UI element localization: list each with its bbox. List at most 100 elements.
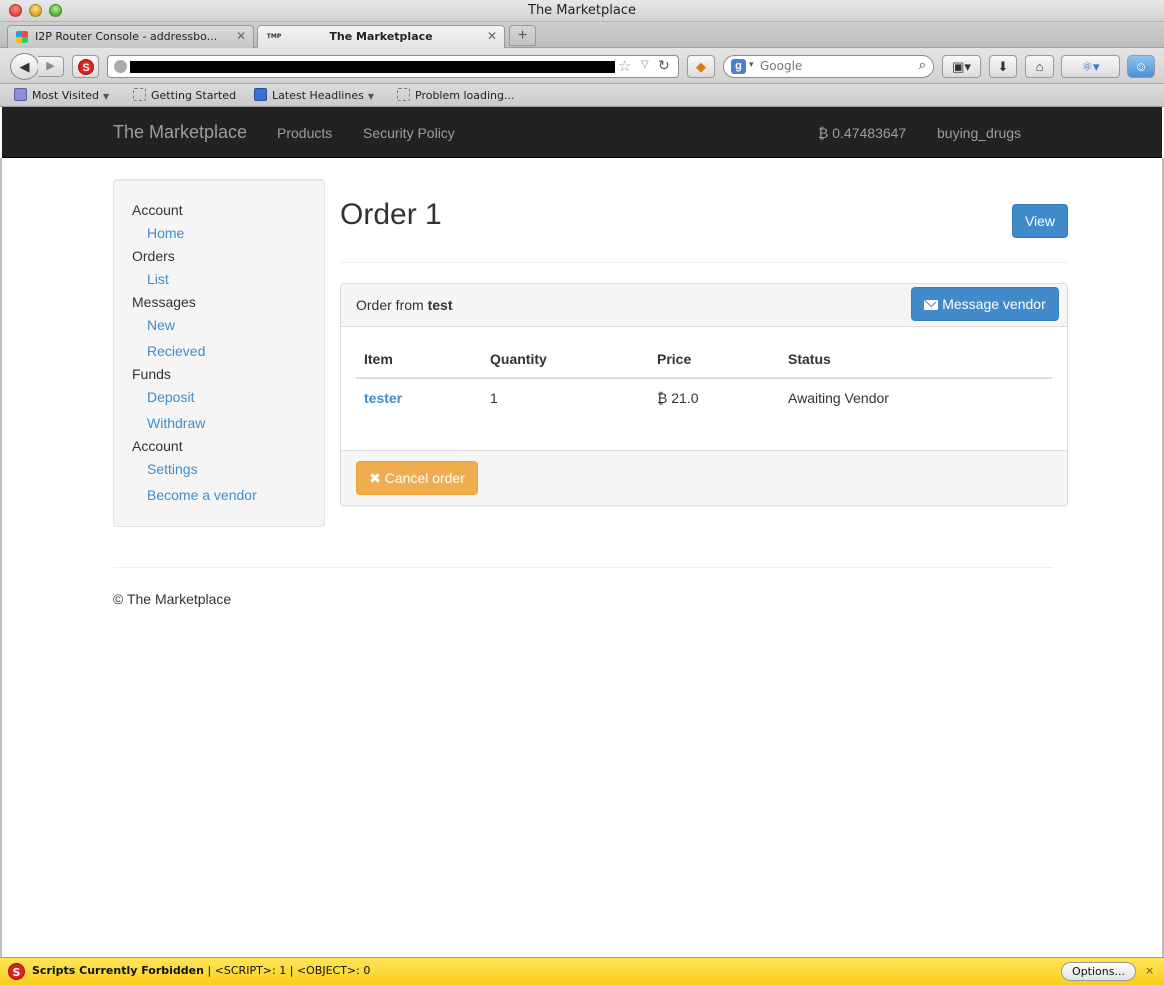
column-header-status: Status: [780, 340, 1052, 379]
window-titlebar: The Marketplace: [0, 0, 1164, 22]
bookmark-icon: [133, 88, 146, 101]
page-frame-left: [0, 158, 2, 958]
bookmark-problem-loading[interactable]: Problem loading...: [397, 88, 514, 103]
vendor-name: test: [427, 297, 453, 313]
bookmark-star-icon[interactable]: ☆: [618, 57, 631, 75]
tab-bar: I2P Router Console - addressbo... ✕ TMP …: [0, 22, 1164, 48]
home-icon: ⌂: [1035, 59, 1044, 74]
item-link[interactable]: tester: [364, 390, 402, 406]
network-button[interactable]: ⚛▾: [1061, 55, 1120, 78]
google-icon[interactable]: g: [731, 59, 746, 74]
redacted-url: [130, 61, 615, 73]
i2p-icon: [16, 31, 28, 43]
search-bar[interactable]: g ▾ Google ⌕: [723, 55, 934, 78]
footer-divider: [113, 567, 1053, 568]
noscript-details: | <SCRIPT>: 1 | <OBJECT>: 0: [207, 964, 371, 977]
sidebar-heading-account-2: Account: [132, 438, 183, 454]
cell-item: tester: [356, 378, 482, 416]
ghostery-button[interactable]: ☺: [1127, 55, 1155, 78]
sidebar-item-recieved[interactable]: Recieved: [147, 343, 205, 359]
url-history-dropdown-icon[interactable]: ▽: [641, 59, 649, 70]
cell-quantity: 1: [490, 389, 498, 406]
tab-i2p-router-console[interactable]: I2P Router Console - addressbo... ✕: [7, 25, 254, 48]
page-title: Order 1: [340, 198, 442, 231]
order-from-prefix: Order from: [356, 297, 424, 313]
table-header-row: Item Quantity Price Status: [356, 340, 1052, 379]
bookmarks-icon: ▣▾: [952, 59, 971, 74]
noscript-icon[interactable]: S: [8, 963, 25, 980]
tmp-icon: TMP: [266, 33, 282, 40]
message-vendor-button[interactable]: Message vendor: [911, 287, 1059, 321]
cancel-order-button[interactable]: ✖ Cancel order: [356, 461, 478, 495]
order-table: Item Quantity Price Status tester 1 ₿ 21…: [356, 340, 1052, 416]
new-tab-button[interactable]: +: [509, 25, 536, 46]
sidebar-item-deposit[interactable]: Deposit: [147, 389, 194, 405]
network-icon: ⚛▾: [1081, 59, 1100, 74]
chevron-down-icon: ▼: [367, 92, 374, 101]
noscript-options-button[interactable]: Options...: [1061, 962, 1136, 981]
downloads-button[interactable]: ⬇: [989, 55, 1017, 78]
order-panel-footer: ✖ Cancel order: [341, 450, 1067, 505]
zoom-window-icon[interactable]: [49, 4, 62, 17]
noscript-status-label: Scripts Currently Forbidden: [32, 964, 204, 977]
bookmark-most-visited[interactable]: Most Visited ▼: [14, 88, 109, 104]
noscript-status: Scripts Currently Forbidden | <SCRIPT>: …: [32, 964, 370, 977]
window-title: The Marketplace: [528, 3, 636, 18]
sidebar-heading-orders: Orders: [132, 248, 175, 264]
nav-security-policy[interactable]: Security Policy: [363, 125, 455, 141]
noscript-toolbar-button[interactable]: S: [72, 55, 99, 78]
search-icon[interactable]: ⌕: [919, 57, 926, 73]
extension-button[interactable]: ◆: [687, 55, 715, 78]
nav-products[interactable]: Products: [277, 125, 332, 141]
sidebar-item-list[interactable]: List: [147, 271, 169, 287]
forward-arrow-icon: ▶: [46, 60, 55, 72]
plus-icon: +: [517, 27, 528, 44]
noscript-icon: S: [78, 59, 94, 75]
user-menu[interactable]: buying_drugs: [937, 125, 1021, 141]
tab-close-icon[interactable]: ✕: [487, 26, 497, 47]
bookmarks-menu-button[interactable]: ▣▾: [942, 55, 981, 78]
view-button[interactable]: View: [1012, 204, 1068, 238]
tab-the-marketplace[interactable]: TMP The Marketplace ✕: [257, 25, 505, 48]
cell-price: ₿ 21.0: [657, 389, 699, 406]
title-divider: [340, 262, 1068, 263]
sidebar-item-new[interactable]: New: [147, 317, 175, 333]
tab-label: I2P Router Console - addressbo...: [35, 30, 218, 43]
cell-status: Awaiting Vendor: [788, 389, 889, 406]
column-header-quantity: Quantity: [482, 340, 649, 379]
site-navbar: The Marketplace Products Security Policy…: [2, 107, 1162, 158]
home-button[interactable]: ⌂: [1025, 55, 1054, 78]
order-panel: Order from test Message vendor Item Quan…: [340, 283, 1068, 506]
close-window-icon[interactable]: [9, 4, 22, 17]
site-identity-icon[interactable]: [114, 60, 127, 73]
download-icon: ⬇: [997, 59, 1009, 74]
minimize-window-icon[interactable]: [29, 4, 42, 17]
noscript-notification-bar: S Scripts Currently Forbidden | <SCRIPT>…: [0, 957, 1164, 985]
chevron-down-icon: ▼: [102, 92, 110, 101]
bookmark-latest-headlines[interactable]: Latest Headlines ▼: [254, 88, 374, 104]
sidebar-item-home[interactable]: Home: [147, 225, 184, 241]
wallet-balance[interactable]: ₿ 0.47483647: [818, 125, 906, 141]
site-brand[interactable]: The Marketplace: [113, 122, 247, 143]
search-engine-dropdown-icon[interactable]: ▾: [749, 59, 754, 70]
url-bar[interactable]: ☆ ▽ ↻: [107, 55, 679, 78]
rss-icon: [254, 88, 267, 101]
sidebar-item-settings[interactable]: Settings: [147, 461, 198, 477]
sidebar-item-become-vendor[interactable]: Become a vendor: [147, 487, 257, 503]
message-vendor-label: Message vendor: [942, 296, 1046, 312]
bookmark-getting-started[interactable]: Getting Started: [133, 88, 236, 103]
reload-icon[interactable]: ↻: [658, 57, 670, 74]
forward-button[interactable]: ▶: [38, 56, 64, 77]
back-button[interactable]: ◀: [10, 53, 39, 80]
ghost-icon: ☺: [1134, 59, 1148, 74]
bookmark-label: Most Visited: [32, 89, 99, 102]
back-arrow-icon: ◀: [19, 59, 30, 74]
close-icon[interactable]: ×: [1145, 964, 1154, 977]
search-input[interactable]: Google: [760, 59, 802, 73]
bookmark-label: Problem loading...: [415, 89, 515, 102]
sidebar-item-withdraw[interactable]: Withdraw: [147, 415, 205, 431]
fox-icon: ◆: [696, 59, 706, 74]
tab-close-icon[interactable]: ✕: [236, 26, 246, 47]
folder-icon: [14, 88, 27, 101]
bookmarks-toolbar: Most Visited ▼ Getting Started Latest Hea…: [0, 84, 1164, 107]
